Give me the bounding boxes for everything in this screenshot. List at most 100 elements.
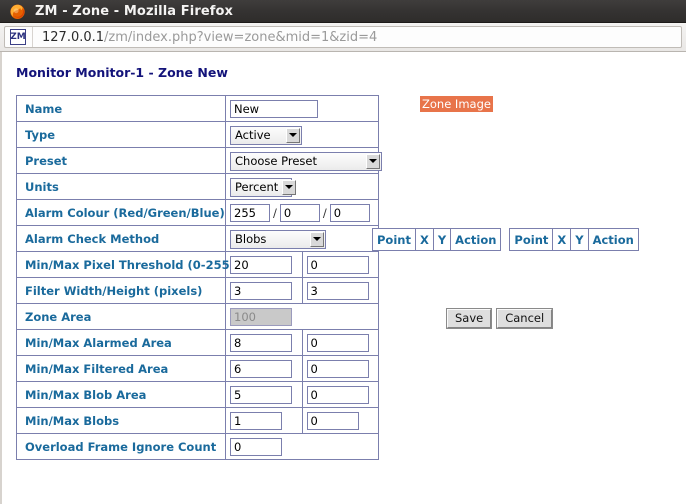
row-label-blob-area: Min/Max Blob Area <box>16 381 226 408</box>
alarm-colour-red-input[interactable]: 255 <box>230 204 270 223</box>
units-select[interactable]: Percent <box>230 177 297 197</box>
page-title: Monitor Monitor-1 - Zone New <box>16 65 228 80</box>
preset-select-value: Choose Preset <box>235 154 317 168</box>
points-header-row: Point X Y Action <box>509 228 639 251</box>
row-value-blob-area-max: 0 <box>301 381 379 408</box>
row-value-blob-area-min: 5 <box>225 381 303 408</box>
row-label-alarm-check-method: Alarm Check Method <box>16 225 226 252</box>
row-label-pixel-threshold: Min/Max Pixel Threshold (0-255) <box>16 251 235 278</box>
firefox-logo-icon <box>9 3 26 20</box>
row-label-filter-size: Filter Width/Height (pixels) <box>16 277 226 304</box>
table-row: Alarm Colour (Red/Green/Blue) 255/0/0 <box>16 199 379 226</box>
table-row: Preset Choose Preset <box>16 147 382 174</box>
row-label-units: Units <box>16 173 226 200</box>
points-header-y: Y <box>432 228 452 251</box>
url-host: 127.0.0.1 <box>42 29 105 45</box>
table-row: Min/Max Alarmed Area 8 0 <box>16 329 379 356</box>
table-row: Units Percent <box>16 173 379 200</box>
preset-select[interactable]: Choose Preset <box>230 151 382 171</box>
row-label-filtered-area: Min/Max Filtered Area <box>16 355 226 382</box>
points-header-x: X <box>552 228 572 251</box>
pixel-threshold-max-input[interactable]: 0 <box>306 256 369 275</box>
url-bar[interactable]: ZM 127.0.0.1/zm/index.php?view=zone&mid=… <box>4 26 682 48</box>
row-value-zone-area: 100 <box>225 303 379 330</box>
row-label-alarm-colour: Alarm Colour (Red/Green/Blue) <box>16 199 226 226</box>
table-row: Filter Width/Height (pixels) 3 3 <box>16 277 379 304</box>
alarm-colour-blue-input[interactable]: 0 <box>329 204 370 223</box>
row-value-filter-height: 3 <box>301 277 379 304</box>
pixel-threshold-min-input[interactable]: 20 <box>230 256 292 275</box>
name-input[interactable]: New <box>230 100 318 119</box>
filter-width-input[interactable]: 3 <box>230 282 292 301</box>
zm-favicon-icon: ZM <box>10 29 26 45</box>
blobs-min-input[interactable]: 1 <box>230 412 282 431</box>
row-value-alarm-colour: 255/0/0 <box>225 199 379 226</box>
type-select-value: Active <box>235 128 271 142</box>
points-header-point: Point <box>372 228 416 251</box>
window-title: ZM - Zone - Mozilla Firefox <box>35 3 234 19</box>
url-divider <box>32 27 33 47</box>
table-row: Min/Max Pixel Threshold (0-255) 20 0 <box>16 251 379 278</box>
filtered-area-max-input[interactable]: 0 <box>306 360 369 379</box>
row-label-blobs: Min/Max Blobs <box>16 407 226 434</box>
table-row: Type Active <box>16 121 379 148</box>
points-table-right: Point X Y Action <box>509 228 639 251</box>
row-value-overload-frame-ignore: 0 <box>225 433 379 460</box>
points-header-row: Point X Y Action <box>372 228 502 251</box>
row-value-filtered-area-min: 6 <box>225 355 303 382</box>
row-value-filtered-area-max: 0 <box>301 355 379 382</box>
chevron-down-icon <box>366 153 380 169</box>
blob-area-max-input[interactable]: 0 <box>306 386 369 405</box>
blobs-max-input[interactable]: 0 <box>306 412 359 431</box>
alarm-check-method-select[interactable]: Blobs <box>230 229 326 249</box>
row-label-preset: Preset <box>16 147 226 174</box>
alarm-colour-green-input[interactable]: 0 <box>279 204 320 223</box>
alarm-check-method-value: Blobs <box>235 232 267 246</box>
window-titlebar: ZM - Zone - Mozilla Firefox <box>0 0 686 23</box>
url-path: /zm/index.php?view=zone&mid=1&zid=4 <box>104 29 378 45</box>
alarmed-area-max-input[interactable]: 0 <box>306 334 369 353</box>
blob-area-min-input[interactable]: 5 <box>230 386 292 405</box>
row-label-alarmed-area: Min/Max Alarmed Area <box>16 329 226 356</box>
zone-settings-table: Name New Type Active Preset Choose Prese… <box>16 95 382 460</box>
points-header-action: Action <box>450 228 502 251</box>
row-value-pixel-threshold-min: 20 <box>225 251 303 278</box>
navigation-toolbar: ZM 127.0.0.1/zm/index.php?view=zone&mid=… <box>0 23 686 52</box>
table-row: Min/Max Blob Area 5 0 <box>16 381 379 408</box>
alarmed-area-min-input[interactable]: 8 <box>230 334 292 353</box>
row-value-preset: Choose Preset <box>225 147 382 174</box>
chevron-down-icon <box>282 179 297 195</box>
cancel-button[interactable]: Cancel <box>496 308 554 329</box>
row-value-blobs-max: 0 <box>301 407 379 434</box>
chevron-down-icon <box>286 127 300 143</box>
url-text: 127.0.0.1/zm/index.php?view=zone&mid=1&z… <box>42 30 377 45</box>
table-row: Min/Max Blobs 1 0 <box>16 407 379 434</box>
row-value-blobs-min: 1 <box>225 407 303 434</box>
save-button[interactable]: Save <box>445 308 493 329</box>
table-row: Min/Max Filtered Area 6 0 <box>16 355 379 382</box>
table-row: Overload Frame Ignore Count 0 <box>16 433 379 460</box>
table-row: Zone Area 100 <box>16 303 379 330</box>
row-label-type: Type <box>16 121 226 148</box>
page-content: Monitor Monitor-1 - Zone New Zone Image … <box>0 52 686 504</box>
filtered-area-min-input[interactable]: 6 <box>230 360 292 379</box>
filter-height-input[interactable]: 3 <box>306 282 369 301</box>
row-label-overload-frame-ignore: Overload Frame Ignore Count <box>16 433 226 460</box>
units-select-value: Percent <box>235 180 279 194</box>
overload-frame-ignore-input[interactable]: 0 <box>230 438 282 457</box>
row-value-alarmed-area-max: 0 <box>301 329 379 356</box>
row-value-filter-width: 3 <box>225 277 303 304</box>
zone-points-area: Point X Y Action Point X Y Action <box>372 228 639 251</box>
colour-separator-2: / <box>322 206 327 221</box>
type-select[interactable]: Active <box>230 125 302 145</box>
points-header-y: Y <box>570 228 589 251</box>
zone-image-placeholder: Zone Image <box>420 96 493 112</box>
points-header-x: X <box>414 228 434 251</box>
points-table-left: Point X Y Action <box>372 228 502 251</box>
zone-area-input: 100 <box>230 308 292 327</box>
browser-window: ZM - Zone - Mozilla Firefox ZM 127.0.0.1… <box>0 0 686 504</box>
row-label-name: Name <box>16 95 226 122</box>
row-value-alarmed-area-min: 8 <box>225 329 303 356</box>
row-label-zone-area: Zone Area <box>16 303 226 330</box>
chevron-down-icon <box>310 231 324 247</box>
